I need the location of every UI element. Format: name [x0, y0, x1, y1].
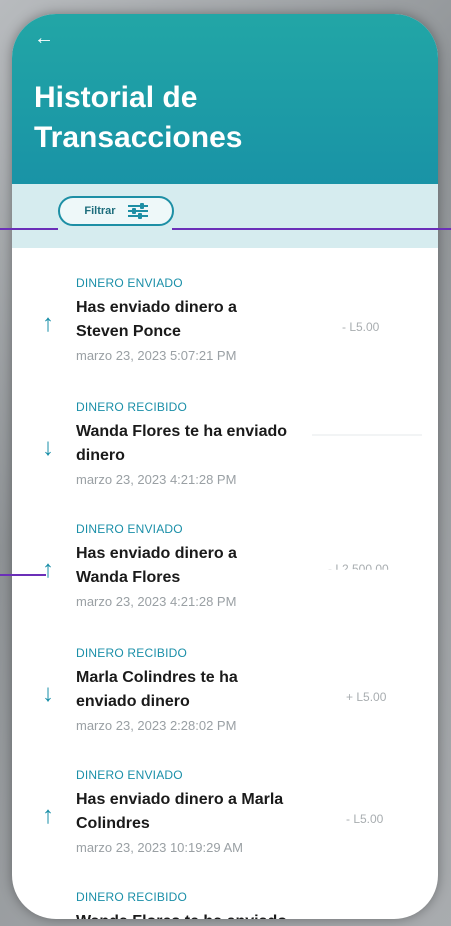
arrow-down-icon: ↓ — [42, 680, 54, 707]
transaction-amount: - L2,500.00 — [328, 562, 389, 576]
transaction-amount: + L5.00 — [346, 690, 387, 704]
description-line-2: enviado dinero — [76, 693, 190, 710]
arrow-up-icon: ↑ — [42, 310, 54, 337]
transaction-type: DINERO ENVIADO — [76, 768, 183, 782]
transaction-description: Wanda Flores te ha enviado — [76, 910, 336, 919]
annotation-line — [172, 228, 451, 230]
transaction-amount: - L5.00 — [346, 812, 384, 826]
description-line-2: dinero — [76, 447, 125, 464]
transaction-description: Has enviado dinero a Steven Ponce — [76, 296, 296, 344]
transaction-amount: - L5.00 — [342, 320, 380, 334]
description-line-2: Colindres — [76, 815, 150, 832]
phone-screen: ← Historial de Transacciones Filtrar DIN… — [12, 14, 438, 919]
transaction-date: marzo 23, 2023 5:07:21 PM — [76, 348, 237, 363]
description-line-2: Steven Ponce — [76, 323, 181, 340]
annotation-line — [0, 574, 46, 576]
header: ← Historial de Transacciones — [12, 14, 438, 184]
arrow-up-icon: ↑ — [42, 556, 54, 583]
description-line-1: Has enviado dinero a — [76, 299, 237, 316]
filter-label: Filtrar — [84, 205, 116, 217]
transaction-type: DINERO ENVIADO — [76, 522, 183, 536]
arrow-left-icon[interactable]: ← — [34, 28, 54, 48]
transaction-description: Has enviado dinero a Wanda Flores — [76, 542, 296, 590]
description-line-1: Wanda Flores te ha enviado — [76, 910, 336, 919]
transaction-date: marzo 23, 2023 10:19:29 AM — [76, 840, 243, 855]
transaction-type: DINERO RECIBIDO — [76, 400, 188, 414]
transaction-type: DINERO RECIBIDO — [76, 646, 188, 660]
transaction-type: DINERO ENVIADO — [76, 276, 183, 290]
page-title: Historial de Transacciones — [34, 78, 242, 158]
description-line-1: Marla Colindres te ha — [76, 669, 238, 686]
filter-button[interactable]: Filtrar — [58, 196, 174, 226]
transaction-description: Wanda Flores te ha enviado dinero — [76, 420, 326, 468]
transaction-date: marzo 23, 2023 4:21:28 PM — [76, 594, 237, 609]
sliders-icon — [127, 203, 148, 219]
annotation-line — [0, 228, 58, 230]
arrow-down-icon: ↓ — [42, 434, 54, 461]
transaction-date: marzo 23, 2023 4:21:28 PM — [76, 472, 237, 487]
divider — [312, 434, 422, 436]
description-line-1: Wanda Flores te ha enviado — [76, 423, 288, 440]
description-line-1: Has enviado dinero a Marla — [76, 791, 284, 808]
arrow-up-icon: ↑ — [42, 802, 54, 829]
transaction-description: Marla Colindres te ha enviado dinero — [76, 666, 296, 714]
transaction-type: DINERO RECIBIDO — [76, 890, 188, 904]
transaction-description: Has enviado dinero a Marla Colindres — [76, 788, 336, 836]
description-line-1: Has enviado dinero a — [76, 545, 237, 562]
transaction-date: marzo 23, 2023 2:28:02 PM — [76, 718, 237, 733]
title-line-1: Historial de — [34, 81, 198, 114]
title-line-2: Transacciones — [34, 121, 243, 154]
description-line-2: Wanda Flores — [76, 569, 181, 586]
